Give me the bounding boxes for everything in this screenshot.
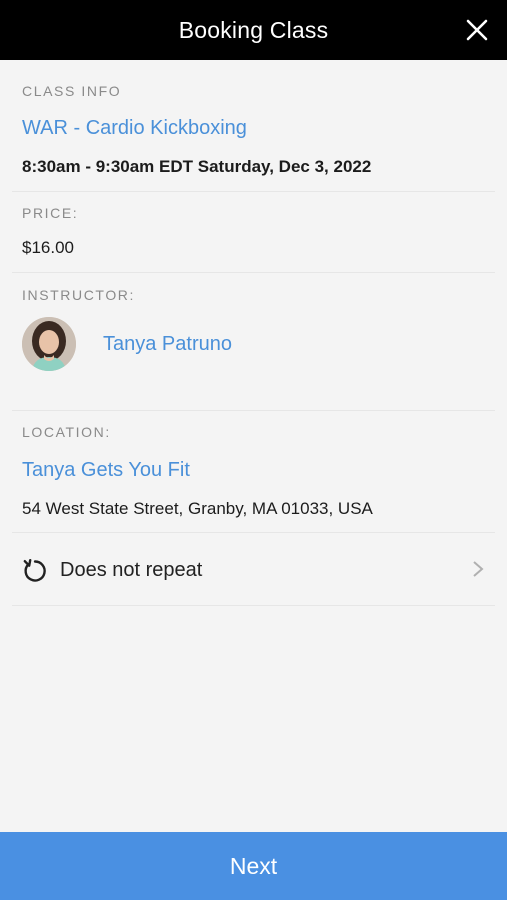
class-info-section: CLASS INFO WAR - Cardio Kickboxing 8:30a… xyxy=(12,60,495,192)
location-address: 54 West State Street, Granby, MA 01033, … xyxy=(22,499,373,518)
close-icon xyxy=(466,19,488,41)
price-section: PRICE: $16.00 xyxy=(12,192,495,273)
instructor-avatar[interactable] xyxy=(22,317,76,371)
location-name-link[interactable]: Tanya Gets You Fit xyxy=(22,459,190,482)
repeat-option-row[interactable]: Does not repeat xyxy=(12,533,495,606)
chevron-right-icon xyxy=(473,561,484,577)
header-bar: Booking Class xyxy=(0,0,507,60)
next-button[interactable]: Next xyxy=(0,832,507,900)
class-name-link[interactable]: WAR - Cardio Kickboxing xyxy=(22,117,247,140)
repeat-label: Does not repeat xyxy=(60,559,203,581)
repeat-icon xyxy=(23,559,46,582)
price-value: $16.00 xyxy=(22,238,74,257)
close-button[interactable] xyxy=(461,14,493,46)
location-section: LOCATION: Tanya Gets You Fit 54 West Sta… xyxy=(12,411,495,533)
instructor-label: INSTRUCTOR: xyxy=(22,287,136,303)
booking-details: CLASS INFO WAR - Cardio Kickboxing 8:30a… xyxy=(0,60,507,606)
class-info-label: CLASS INFO xyxy=(22,83,122,99)
page-title: Booking Class xyxy=(178,16,329,43)
price-label: PRICE: xyxy=(22,205,79,221)
instructor-name-link[interactable]: Tanya Patruno xyxy=(103,333,232,356)
class-datetime: 8:30am - 9:30am EDT Saturday, Dec 3, 202… xyxy=(22,157,372,176)
avatar-image xyxy=(22,317,76,371)
location-label: LOCATION: xyxy=(22,424,111,440)
instructor-section: INSTRUCTOR: Tanya Patruno xyxy=(12,273,495,411)
